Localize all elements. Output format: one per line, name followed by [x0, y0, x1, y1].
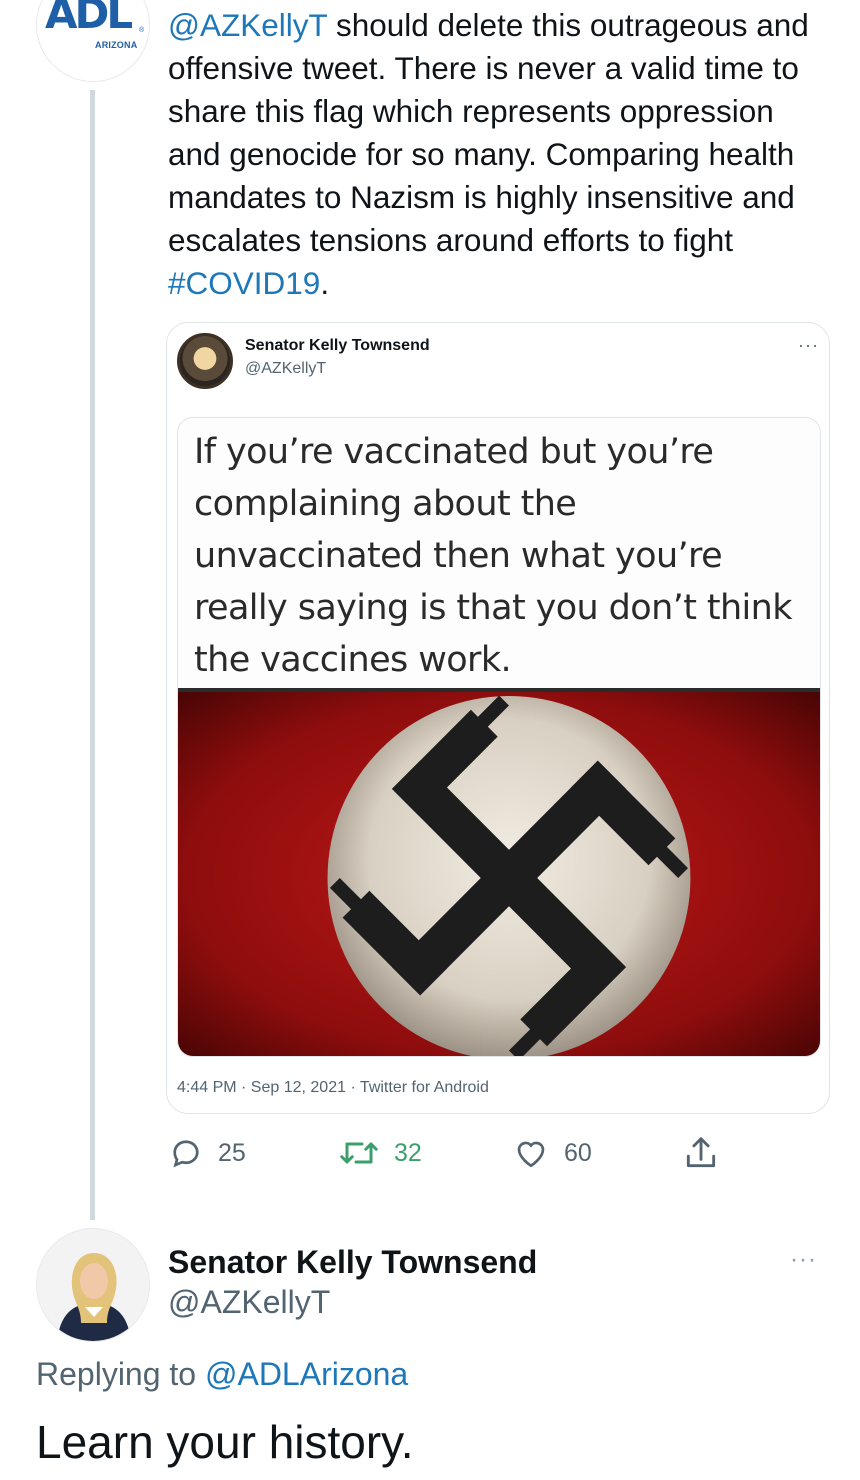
reply-icon[interactable]	[168, 1135, 204, 1171]
adl-avatar[interactable]: ADL ® ARIZONA	[36, 0, 150, 82]
adl-subtitle: ARIZONA	[95, 40, 138, 50]
heart-icon[interactable]	[512, 1135, 550, 1171]
more-options-icon[interactable]: ···	[790, 1246, 817, 1274]
author-photo	[37, 1229, 149, 1341]
quoted-avatar[interactable]	[177, 333, 233, 389]
thread-line	[90, 90, 95, 1220]
replying-to: Replying to @ADLArizona	[36, 1356, 408, 1393]
tweet-body: should delete this outrageous and offens…	[168, 7, 809, 258]
registered-mark: ®	[139, 27, 145, 34]
like-count: 60	[564, 1138, 592, 1167]
tweet-text: @AZKellyT should delete this outrageous …	[168, 4, 828, 305]
quoted-author-name[interactable]: Senator Kelly Townsend	[245, 337, 430, 355]
reply-count: 25	[218, 1138, 246, 1167]
reply-action[interactable]: 25	[168, 1134, 246, 1172]
more-options-icon[interactable]: ···	[798, 335, 819, 356]
quoted-tweet-card[interactable]: Senator Kelly Townsend @AZKellyT ··· If …	[166, 322, 830, 1114]
quoted-media[interactable]: If you’re vaccinated but you’re complain…	[177, 417, 821, 1057]
replying-prefix: Replying to	[36, 1356, 205, 1392]
like-action[interactable]: 60	[512, 1134, 592, 1172]
tweet-end: .	[320, 265, 330, 301]
hashtag-link[interactable]: #COVID19	[168, 265, 320, 301]
share-icon[interactable]	[682, 1134, 720, 1172]
replying-to-link[interactable]: @ADLArizona	[205, 1356, 408, 1392]
quoted-tweet-meta: 4:44 PM · Sep 12, 2021 · Twitter for And…	[177, 1079, 489, 1096]
retweet-count: 32	[394, 1138, 422, 1167]
share-action[interactable]	[682, 1134, 720, 1172]
adl-logo: ADL	[45, 0, 133, 38]
mention-link[interactable]: @AZKellyT	[168, 7, 327, 43]
meme-caption: If you’re vaccinated but you’re complain…	[178, 418, 820, 688]
author-avatar[interactable]	[36, 1228, 150, 1342]
quoted-author-handle[interactable]: @AZKellyT	[245, 360, 326, 378]
retweet-action[interactable]: 32	[338, 1134, 422, 1172]
reply-text: Learn your history.	[36, 1416, 414, 1468]
author-name[interactable]: Senator Kelly Townsend	[168, 1244, 537, 1281]
author-handle[interactable]: @AZKellyT	[168, 1284, 330, 1321]
retweet-icon[interactable]	[338, 1135, 380, 1171]
flag-image	[178, 692, 820, 1056]
